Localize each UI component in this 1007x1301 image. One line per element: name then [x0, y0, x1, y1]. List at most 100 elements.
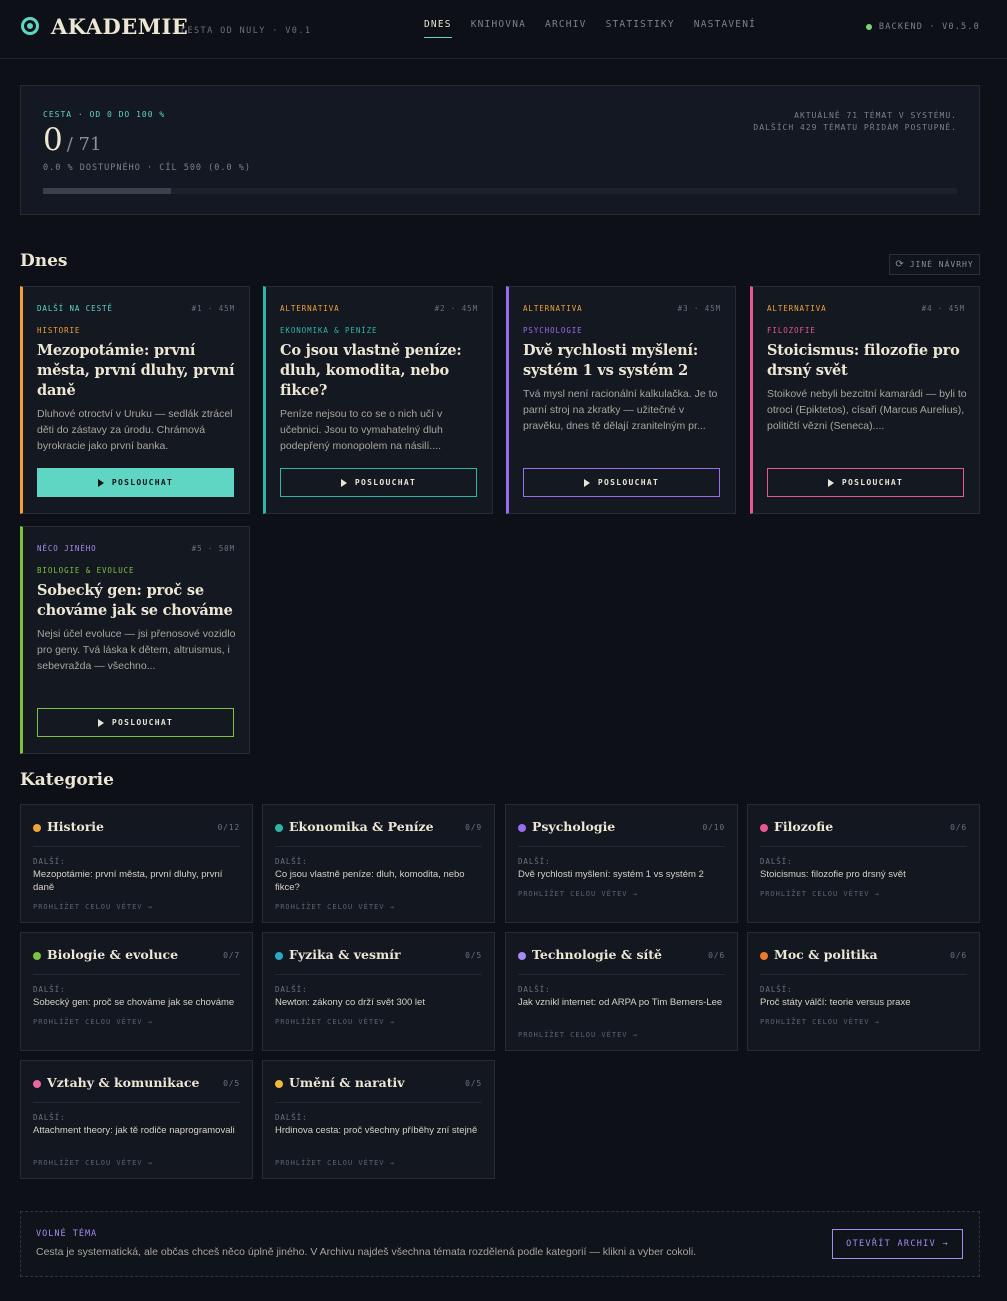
divider [518, 974, 725, 975]
topic-card[interactable]: ALTERNATIVA #2 · 45M EKONOMIKA & PENÍZE Co … [263, 286, 493, 514]
browse-branch-link[interactable]: PROHLÍŽET CELOU VĚTEV → [760, 890, 880, 898]
open-archive-button[interactable]: OTEVŘÍT ARCHIV → [832, 1229, 963, 1259]
listen-button[interactable]: POSLOUCHAT [37, 708, 234, 737]
browse-branch-link[interactable]: PROHLÍŽET CELOU VĚTEV → [33, 1018, 153, 1026]
listen-label: POSLOUCHAT [111, 718, 174, 727]
play-icon [827, 478, 834, 487]
category-name: Umění & narativ [289, 1075, 405, 1090]
next-label: DALŠÍ: [33, 857, 66, 866]
divider [275, 846, 482, 847]
nav-archiv[interactable]: ARCHIV [545, 19, 587, 38]
topic-card[interactable]: NĚCO JINÉHO #5 · 50M BIOLOGIE & EVOLUCE Sob… [20, 526, 250, 754]
card-meta: #1 · 45M [191, 304, 235, 313]
divider [33, 974, 240, 975]
category-count: 0/7 [223, 951, 240, 960]
divider [518, 846, 725, 847]
category-tile[interactable]: Vztahy & komunikace 0/5 DALŠÍ: Attachment t… [20, 1060, 253, 1179]
browse-branch-link[interactable]: PROHLÍŽET CELOU VĚTEV → [33, 903, 153, 911]
category-tile[interactable]: Technologie & sítě 0/6 DALŠÍ: Jak vznikl in… [505, 932, 738, 1051]
card-title: Stoicismus: filozofie pro drsný svět [767, 342, 960, 379]
category-tile[interactable]: Moc & politika 0/6 DALŠÍ: Proč státy válčí:… [747, 932, 980, 1051]
progress-label: CESTA · OD 0 DO 100 % [43, 110, 166, 119]
card-meta: #5 · 50M [191, 544, 235, 553]
card-meta: #4 · 45M [921, 304, 965, 313]
category-name: Ekonomika & Peníze [289, 819, 434, 834]
free-topic-text: Cesta je systematická, ale občas chceš n… [36, 1246, 697, 1258]
browse-branch-link[interactable]: PROHLÍŽET CELOU VĚTEV → [275, 1159, 395, 1167]
card-title: Mezopotámie: první města, první dluhy, p… [37, 342, 235, 399]
category-count: 0/9 [465, 823, 482, 832]
other-suggestions-button[interactable]: ⟳ JINÉ NÁVRHY [889, 254, 980, 275]
next-label: DALŠÍ: [33, 1113, 66, 1122]
browse-branch-link[interactable]: PROHLÍŽET CELOU VĚTEV → [760, 1018, 880, 1026]
categories-title: Kategorie [20, 770, 114, 790]
divider [275, 1102, 482, 1103]
card-category: EKONOMIKA & PENÍZE [280, 326, 378, 335]
category-dot-icon [518, 952, 526, 960]
nav-dnes[interactable]: DNES [424, 19, 452, 38]
nav-knihovna[interactable]: KNIHOVNA [471, 19, 526, 38]
card-description: Stoikové nebyli bezcitní kamarádi — byli… [767, 388, 967, 432]
card-tag: ALTERNATIVA [767, 304, 827, 313]
category-tile[interactable]: Umění & narativ 0/5 DALŠÍ: Hrdinova cesta: … [262, 1060, 495, 1179]
category-tile[interactable]: Fyzika & vesmír 0/5 DALŠÍ: Newton: zákony c… [262, 932, 495, 1051]
next-topic: Hrdinova cesta: proč všechny příběhy zní… [275, 1125, 478, 1136]
card-category: HISTORIE [37, 326, 81, 335]
next-topic: Sobecký gen: proč se chováme jak se chov… [33, 997, 235, 1008]
category-dot-icon [760, 824, 768, 832]
browse-branch-link[interactable]: PROHLÍŽET CELOU VĚTEV → [33, 1159, 153, 1167]
next-label: DALŠÍ: [518, 985, 551, 994]
next-label: DALŠÍ: [275, 1113, 308, 1122]
progress-bar-fill [43, 188, 171, 194]
listen-label: POSLOUCHAT [354, 478, 417, 487]
divider [33, 1102, 240, 1103]
category-dot-icon [275, 824, 283, 832]
category-name: Fyzika & vesmír [289, 947, 401, 962]
next-label: DALŠÍ: [33, 985, 66, 994]
listen-button[interactable]: POSLOUCHAT [280, 468, 477, 497]
main-nav: DNES KNIHOVNA ARCHIV STATISTIKY NASTAVEN… [424, 19, 775, 38]
next-label: DALŠÍ: [275, 857, 308, 866]
category-dot-icon [33, 824, 41, 832]
category-tile[interactable]: Filozofie 0/6 DALŠÍ: Stoicismus: filozofie … [747, 804, 980, 923]
other-suggestions-label: JINÉ NÁVRHY [909, 260, 974, 269]
play-icon [97, 478, 104, 487]
card-title: Dvě rychlosti myšlení: systém 1 vs systé… [523, 342, 698, 379]
category-tile[interactable]: Psychologie 0/10 DALŠÍ: Dvě rychlosti myšle… [505, 804, 738, 923]
play-icon [583, 478, 590, 487]
category-count: 0/6 [708, 951, 725, 960]
free-topic-label: VOLNÉ TÉMA [36, 1229, 98, 1239]
card-description: Dluhové otroctví v Uruku — sedlák ztráce… [37, 408, 233, 452]
browse-branch-link[interactable]: PROHLÍŽET CELOU VĚTEV → [275, 1018, 395, 1026]
category-tile[interactable]: Ekonomika & Peníze 0/9 DALŠÍ: Co jsou vlast… [262, 804, 495, 923]
topic-card[interactable]: DALŠÍ NA CESTĚ #1 · 45M HISTORIE Mezopotámi… [20, 286, 250, 514]
listen-button[interactable]: POSLOUCHAT [37, 468, 234, 497]
tagline: CESTA OD NULY · V0.1 [181, 26, 312, 36]
browse-branch-link[interactable]: PROHLÍŽET CELOU VĚTEV → [518, 1031, 638, 1039]
nav-nastaveni[interactable]: NASTAVENÍ [694, 19, 756, 38]
category-count: 0/6 [950, 951, 967, 960]
category-tile[interactable]: Historie 0/12 DALŠÍ: Mezopotámie: první měs… [20, 804, 253, 923]
card-category: FILOZOFIE [767, 326, 816, 335]
category-name: Technologie & sítě [532, 947, 662, 962]
logo[interactable]: AKADEMIE [51, 14, 188, 39]
card-meta: #2 · 45M [434, 304, 478, 313]
next-topic: Stoicismus: filozofie pro drsný svět [760, 869, 906, 880]
listen-button[interactable]: POSLOUCHAT [767, 468, 964, 497]
refresh-icon: ⟳ [895, 259, 905, 270]
next-label: DALŠÍ: [760, 985, 793, 994]
topic-card[interactable]: ALTERNATIVA #4 · 45M FILOZOFIE Stoicismus: … [750, 286, 980, 514]
play-icon [340, 478, 347, 487]
browse-branch-link[interactable]: PROHLÍŽET CELOU VĚTEV → [275, 903, 395, 911]
play-icon [97, 718, 104, 727]
category-name: Historie [47, 819, 104, 834]
listen-button[interactable]: POSLOUCHAT [523, 468, 720, 497]
progress-total: / 71 [66, 134, 102, 155]
browse-branch-link[interactable]: PROHLÍŽET CELOU VĚTEV → [518, 890, 638, 898]
topic-card[interactable]: ALTERNATIVA #3 · 45M PSYCHOLOGIE Dvě rychlo… [506, 286, 736, 514]
category-tile[interactable]: Biologie & evoluce 0/7 DALŠÍ: Sobecký gen: … [20, 932, 253, 1051]
next-topic: Co jsou vlastně peníze: dluh, komodita, … [275, 869, 465, 893]
category-name: Psychologie [532, 819, 616, 834]
next-topic: Attachment theory: jak tě rodiče naprogr… [33, 1125, 235, 1136]
nav-statistiky[interactable]: STATISTIKY [606, 19, 675, 38]
